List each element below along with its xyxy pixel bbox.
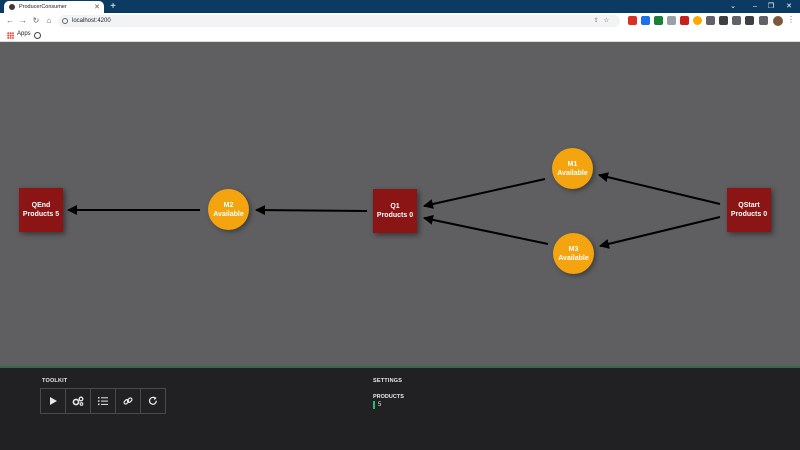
apps-grid-icon[interactable]: [7, 32, 14, 39]
extension-icon[interactable]: [680, 16, 689, 25]
extension-icon[interactable]: [667, 16, 676, 25]
restore-icon[interactable]: ❐: [764, 1, 778, 12]
toolkit-toolbar: [40, 388, 166, 414]
bottom-panel: TOOLKIT SETTINGS PRODUCTS 5: [0, 366, 800, 450]
queue-node-qstart[interactable]: QStart Products 0: [727, 188, 771, 232]
refresh-icon: [148, 396, 157, 405]
address-bar[interactable]: localhost:4200 ⇪☆: [58, 15, 620, 27]
home-icon[interactable]: ⌂: [43, 15, 55, 27]
angular-logo-icon: [9, 4, 15, 10]
more-menu-icon[interactable]: ⋮: [787, 15, 795, 24]
avatar[interactable]: [773, 16, 783, 26]
add-queue-button[interactable]: [90, 388, 116, 414]
play-button[interactable]: [40, 388, 66, 414]
site-info-icon[interactable]: [62, 18, 68, 24]
machine-name: M2: [223, 201, 234, 209]
close-tab-icon[interactable]: ✕: [94, 3, 100, 11]
globe-icon[interactable]: [34, 32, 41, 39]
arrow-qstart-m3: [599, 216, 721, 249]
connect-button[interactable]: [115, 388, 141, 414]
gears-icon: [72, 396, 84, 406]
minimize-icon[interactable]: –: [748, 1, 762, 12]
graph-canvas[interactable]: QEnd Products 5 Q1 Products 0 QStart Pro…: [0, 43, 800, 366]
arrow-m3-q1: [423, 214, 549, 245]
queue-node-q1[interactable]: Q1 Products 0: [373, 189, 417, 233]
extension-icon[interactable]: [693, 16, 702, 25]
machine-status: Available: [213, 210, 244, 218]
settings-heading: SETTINGS: [373, 378, 403, 384]
bookmarks-bar: Apps: [0, 29, 800, 42]
close-window-icon[interactable]: ✕: [782, 1, 796, 12]
machine-node-m3[interactable]: M3 Available: [553, 233, 594, 274]
arrow-m1-q1: [423, 178, 546, 209]
browser-toolbar: ← → ↻ ⌂ localhost:4200 ⇪☆ ⋮: [0, 13, 800, 29]
new-tab-icon[interactable]: +: [108, 1, 118, 12]
puzzle-extensions-icon[interactable]: [745, 16, 754, 25]
reload-icon[interactable]: ↻: [30, 15, 42, 27]
chevron-down-icon[interactable]: ⌄: [726, 1, 740, 12]
add-machine-button[interactable]: [65, 388, 91, 414]
queue-name: QStart: [738, 202, 760, 209]
browser-tabstrip: ProducerConsumer ✕ + ⌄ – ❐ ✕: [0, 0, 800, 13]
queue-name: Q1: [390, 203, 400, 210]
toolkit-heading: TOOLKIT: [42, 378, 68, 384]
sidebar-icon[interactable]: [759, 16, 768, 25]
extension-icon[interactable]: [654, 16, 663, 25]
bookmark-apps[interactable]: Apps: [17, 31, 31, 37]
machine-status: Available: [557, 169, 588, 177]
back-icon[interactable]: ←: [4, 15, 16, 27]
extension-icon[interactable]: [641, 16, 650, 25]
queue-products: Products 0: [376, 212, 414, 219]
arrow-qstart-m1: [598, 172, 721, 205]
tab-title: ProducerConsumer: [19, 4, 67, 10]
queue-products: Products 0: [730, 211, 768, 218]
extension-icon[interactable]: [732, 16, 741, 25]
arrow-q1-m2: [255, 205, 368, 216]
url-text: localhost:4200: [72, 18, 111, 24]
products-label: PRODUCTS: [373, 394, 404, 400]
refresh-button[interactable]: [140, 388, 166, 414]
play-icon: [50, 397, 57, 405]
queue-products: Products 5: [22, 211, 60, 218]
queue-node-qend[interactable]: QEnd Products 5: [19, 188, 63, 232]
browser-tab[interactable]: ProducerConsumer ✕: [4, 1, 104, 13]
machine-node-m2[interactable]: M2 Available: [208, 189, 249, 230]
link-icon: [123, 397, 133, 405]
queue-name: QEnd: [31, 202, 51, 209]
extension-icon[interactable]: [706, 16, 715, 25]
machine-status: Available: [558, 254, 589, 262]
bookmark-star-icon[interactable]: ⇪☆: [594, 17, 614, 24]
list-icon: [98, 397, 108, 406]
machine-node-m1[interactable]: M1 Available: [552, 148, 593, 189]
machine-name: M3: [568, 245, 579, 253]
products-input[interactable]: 5: [373, 401, 381, 409]
extension-icon[interactable]: [719, 16, 728, 25]
machine-name: M1: [567, 160, 578, 168]
forward-icon[interactable]: →: [17, 15, 29, 27]
extension-icon[interactable]: [628, 16, 637, 25]
